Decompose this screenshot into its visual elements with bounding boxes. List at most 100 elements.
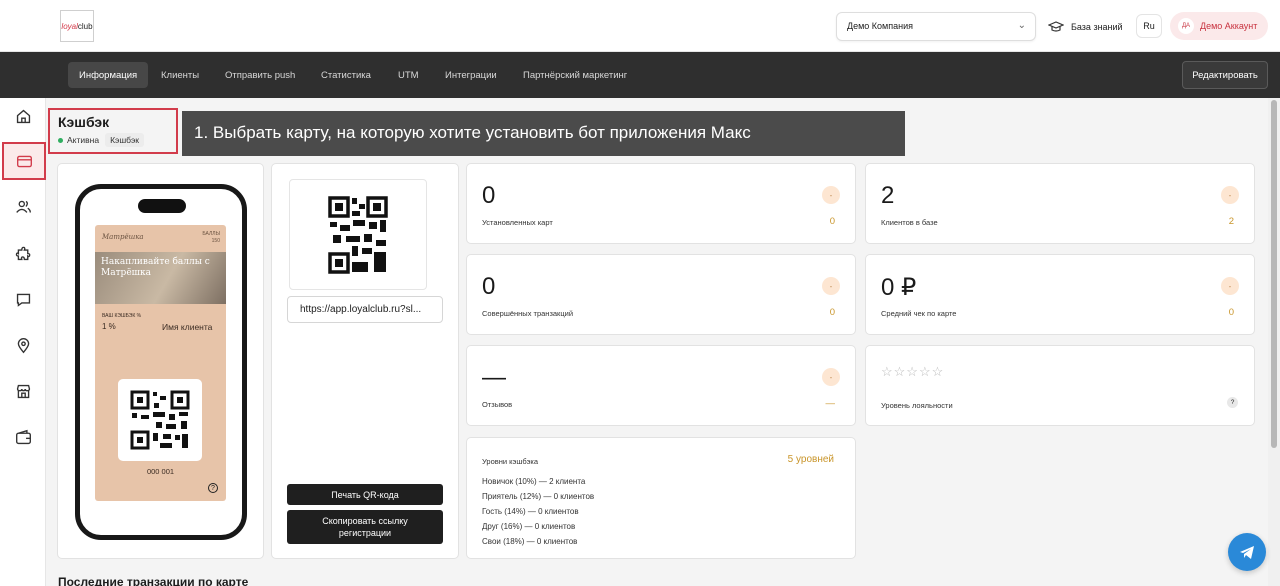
cashback-levels-panel: Уровни кэшбэка 5 уровней Новичок (10%) —… [466,437,856,559]
registration-qr-code [289,179,427,290]
knowledge-base-label: База знаний [1071,21,1123,32]
instruction-banner: 1. Выбрать карту, на которую хотите уста… [182,111,905,156]
card-title-block: Кэшбэк Активна Кэшбэк [48,108,178,154]
home-icon [16,109,30,123]
phone-mockup: Матрёшка БАЛЛЫ 150 Накапливайте баллы с … [75,184,247,540]
card-field-a-value: 1 % [102,322,116,331]
card-field-a-label: ВАШ КЭШБЭК % [102,313,142,319]
stat-change-value: 2 [1228,216,1234,227]
qr-code-icon [328,196,388,274]
stat-label: Совершённых транзакций [482,309,574,318]
sidebar-item-cards[interactable] [2,142,46,180]
stat-value: 0 [482,182,496,209]
stat-change-badge: - [1221,186,1239,204]
account-name: Демо Аккаунт [1200,21,1258,31]
wallet-icon [15,429,31,444]
stat-change-badge: - [822,277,840,295]
stat-average-check: 0 ₽ Средний чек по карте - 0 [865,254,1255,335]
status-label: Активна [67,135,100,145]
list-item: Свои (18%) — 0 клиентов [482,537,578,546]
sidebar-item-wallet[interactable] [5,419,41,455]
page-title: Кэшбэк [58,114,110,130]
tab-partner-marketing[interactable]: Партнёрский маркетинг [512,62,638,88]
stat-change-badge: - [822,368,840,386]
stat-label: Клиентов в базе [881,218,938,227]
language-switch[interactable]: Ru [1136,14,1162,38]
graduation-cap-icon [1048,20,1064,32]
list-item: Друг (16%) — 0 клиентов [482,522,576,531]
tab-utm[interactable]: UTM [387,62,430,88]
puzzle-icon [15,246,30,260]
main-nav: Информация Клиенты Отправить push Статис… [0,52,1280,98]
chevron-down-icon: ⌄ [1017,20,1026,31]
star-rating: ☆☆☆☆☆ [881,364,945,379]
users-icon [15,200,31,213]
stat-transactions: 0 Совершённых транзакций - 0 [466,254,856,335]
sidebar-item-integrations[interactable] [5,235,41,271]
list-item: Приятель (12%) — 0 клиентов [482,492,595,501]
levels-count[interactable]: 5 уровней [788,454,834,465]
status-dot [58,137,63,143]
help-icon[interactable]: ? [1227,397,1238,408]
scrollbar-thumb[interactable] [1271,100,1277,448]
tab-statistics[interactable]: Статистика [310,62,382,88]
location-icon [17,337,29,353]
status-badge: Активна [58,135,99,145]
sidebar-item-clients[interactable] [5,188,41,224]
tab-integrations[interactable]: Интеграции [434,62,508,88]
levels-list: Новичок (10%) — 2 клиента Приятель (12%)… [482,474,594,549]
stat-value: 2 [881,182,895,209]
card-qr-code [118,379,202,461]
stat-value: 0 [482,273,496,300]
card-promo-text: Накапливайте баллы с Матрёшка [101,257,210,278]
stat-label: Отзывов [482,400,513,409]
stat-clients-in-base: 2 Клиентов в базе - 2 [865,163,1255,244]
card-type-tag: Кэшбэк [105,133,144,147]
stat-change-value: — [825,398,836,409]
telegram-chat-button[interactable] [1228,533,1266,571]
chat-icon [16,293,30,307]
wallet-card: Матрёшка БАЛЛЫ 150 Накапливайте баллы с … [95,225,226,501]
scrollbar[interactable] [1268,98,1280,586]
tab-clients[interactable]: Клиенты [150,62,210,88]
account-menu[interactable]: ДА Демо Аккаунт [1170,12,1268,40]
copy-link-button[interactable]: Скопировать ссылку регистрации [287,510,443,544]
card-number: 000 001 [146,467,175,476]
levels-title: Уровни кэшбэка [482,457,539,466]
registration-link-field[interactable]: https://app.loyalclub.ru?sl... [287,296,443,323]
stat-installed-cards: 0 Установленных карт - 0 [466,163,856,244]
card-field-b-value: Имя клиента [162,322,213,332]
sidebar-item-locations[interactable] [5,327,41,363]
sidebar-item-store[interactable] [5,373,41,409]
stat-label: Средний чек по карте [881,309,957,318]
avatar: ДА [1178,18,1194,34]
stat-value: 0 ₽ [881,274,917,301]
phone-notch [138,199,186,213]
card-balance-value: 150 [211,238,220,244]
stat-change-badge: - [1221,277,1239,295]
loyalty-level-panel: ☆☆☆☆☆ Уровень лояльности ? [865,345,1255,426]
list-item: Гость (14%) — 0 клиентов [482,507,579,516]
stat-change-badge: - [822,186,840,204]
print-qr-button[interactable]: Печать QR-кода [287,484,443,505]
logo[interactable]: loyal club [60,10,94,42]
sidebar-item-chat[interactable] [5,281,41,317]
status-row: Активна Кэшбэк [58,133,168,147]
card-icon [16,155,32,167]
list-item: Новичок (10%) — 2 клиента [482,477,586,486]
sidebar-item-home[interactable] [5,98,41,134]
stat-value: — [482,364,506,391]
tab-info[interactable]: Информация [68,62,149,88]
knowledge-base-link[interactable]: База знаний [1048,12,1123,41]
telegram-icon [1240,546,1254,559]
card-help-icon: ? [208,483,218,493]
transactions-heading: Последние транзакции по карте [58,575,249,586]
edit-button[interactable]: Редактировать [1182,61,1268,89]
tab-send-push[interactable]: Отправить push [214,62,306,88]
company-select[interactable]: Демо Компания ⌄ [836,12,1036,41]
top-header: loyal club Демо Компания ⌄ База знаний Ru… [0,0,1280,52]
stat-label: Установленных карт [482,218,553,227]
stat-change-value: 0 [1228,307,1234,318]
stat-reviews: — Отзывов - — [466,345,856,426]
company-select-value: Демо Компания [847,21,913,31]
